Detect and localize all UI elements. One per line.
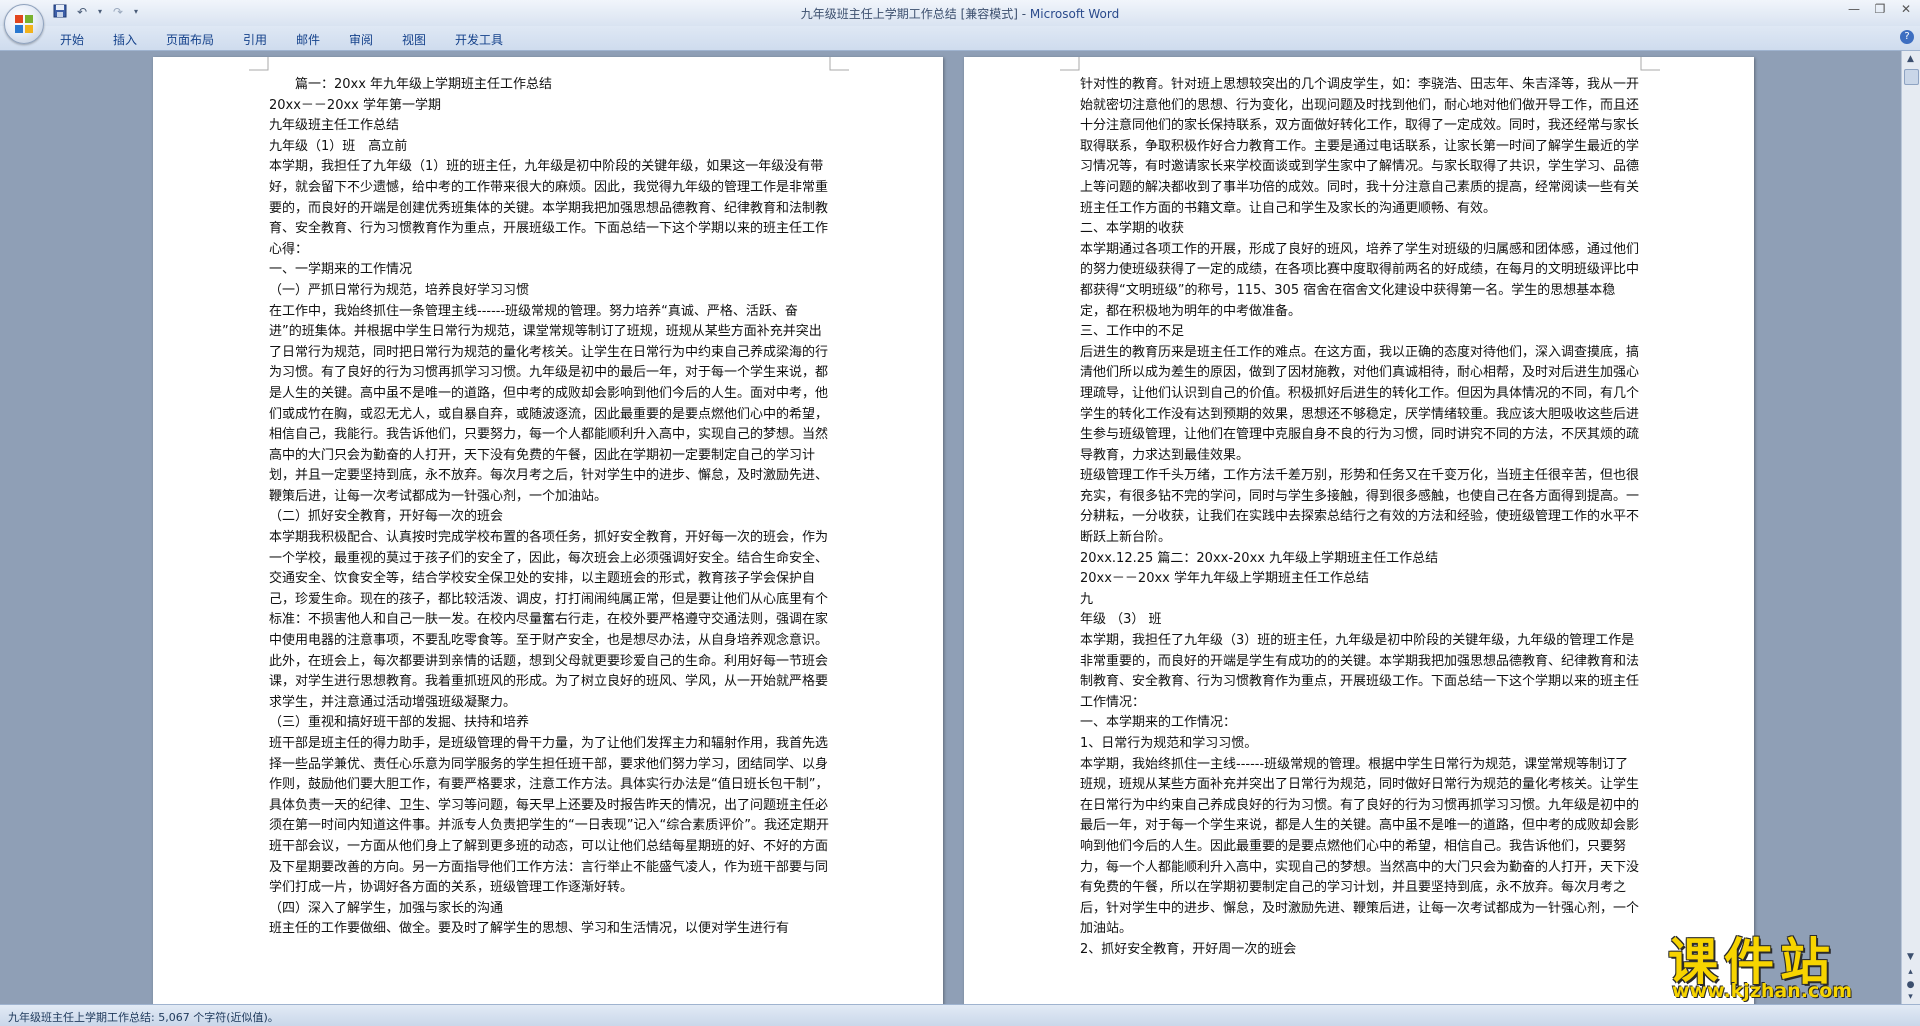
- doc-heading: 20xx.12.25 篇二：20xx-20xx 九年级上学期班主任工作总结: [1080, 550, 1439, 566]
- doc-paragraph: 本学期，我担任了九年级（3）班的班主任，九年级是初中阶段的关键年级，九年级的管理…: [1080, 633, 1640, 710]
- doc-paragraph: 本学期通过各项工作的开展，形成了良好的班风，培养了学生对班级的归属感和团体感，通…: [1080, 241, 1640, 319]
- ribbon-tabs: 开始 插入 页面布局 引用 邮件 审阅 视图 开发工具 ?: [0, 26, 1920, 51]
- watermark-url: www.kjzhan.com: [1672, 980, 1853, 1002]
- tab-references[interactable]: 引用: [243, 31, 267, 48]
- app-name: Microsoft Word: [1029, 7, 1120, 21]
- tab-mailings[interactable]: 邮件: [296, 31, 320, 48]
- doc-paragraph: 本学期，我担任了九年级（1）班的班主任，九年级是初中阶段的关键年级，如果这一年级…: [269, 159, 829, 257]
- window-controls: — ❐ ✕: [1846, 2, 1914, 16]
- close-icon[interactable]: ✕: [1898, 2, 1914, 16]
- doc-paragraph: 班主任的工作要做细、做全。要及时了解学生的思想、学习和生活情况，以便对学生进行有: [269, 921, 790, 937]
- doc-section-heading: 二、本学期的收获: [1080, 221, 1185, 237]
- restore-icon[interactable]: ❐: [1872, 2, 1888, 16]
- next-page-icon[interactable]: ▾: [1904, 991, 1917, 1004]
- document-workspace: 篇一：20xx 年九年级上学期班主任工作总结 20xx－－20xx 学年第一学期…: [0, 51, 1902, 1004]
- tab-page-layout[interactable]: 页面布局: [166, 31, 214, 48]
- office-button[interactable]: [4, 4, 44, 44]
- status-bar: 九年级班主任上学期工作总结: 5,067 个字符(近似值)。: [0, 1004, 1920, 1026]
- doc-subheading: （四）深入了解学生，加强与家长的沟通: [269, 900, 504, 916]
- doc-section-heading: 一、一学期来的工作情况: [269, 262, 413, 278]
- doc-subtitle: 20xx－－20xx 学年第一学期: [269, 97, 441, 113]
- tab-review[interactable]: 审阅: [349, 31, 373, 48]
- doc-line: 年级 （3） 班: [1080, 612, 1162, 628]
- document-page-left[interactable]: 篇一：20xx 年九年级上学期班主任工作总结 20xx－－20xx 学年第一学期…: [153, 57, 943, 1004]
- watermark-logo: 课件站 www.kjzhan.com: [1660, 922, 1900, 1006]
- doc-title: 九年级班主任工作总结: [269, 118, 400, 134]
- window-title: 九年级班主任上学期工作总结 [兼容模式] - Microsoft Word: [0, 5, 1920, 22]
- scroll-down-icon[interactable]: ▼: [1904, 951, 1917, 964]
- crop-mark-icon: [249, 57, 269, 71]
- doc-subtitle: 20xx－－20xx 学年九年级上学期班主任工作总结: [1080, 571, 1369, 587]
- doc-heading: 篇一：20xx 年九年级上学期班主任工作总结: [269, 77, 553, 92]
- office-logo-icon: [15, 15, 33, 33]
- doc-paragraph: 本学期我积极配合、认真按时完成学校布置的各项任务，抓好安全教育，开好每一次的班会…: [269, 530, 829, 710]
- title-bar: ↶ ▾ ↷ ▾ 九年级班主任上学期工作总结 [兼容模式] - Microsoft…: [0, 0, 1920, 27]
- doc-section-heading: 三、工作中的不足: [1080, 324, 1185, 340]
- minimize-icon[interactable]: —: [1846, 2, 1862, 16]
- doc-subheading: 1、日常行为规范和学习习惯。: [1080, 736, 1258, 751]
- doc-subheading: 2、抓好安全教育，开好周一次的班会: [1080, 941, 1297, 957]
- scrollbar-thumb[interactable]: [1904, 69, 1919, 85]
- doc-paragraph: 后进生的教育历来是班主任工作的难点。在这方面，我以正确的态度对待他们，深入调查摸…: [1080, 344, 1640, 463]
- tab-home[interactable]: 开始: [60, 31, 84, 48]
- doc-subheading: （三）重视和搞好班干部的发掘、扶持和培养: [269, 715, 530, 731]
- vertical-scrollbar[interactable]: ▲ ▼ ▴ ● ▾: [1901, 51, 1920, 1004]
- tab-developer[interactable]: 开发工具: [455, 31, 503, 48]
- doc-paragraph: 本学期，我始终抓住一主线------班级常规的管理。根据中学生日常行为规范，课堂…: [1080, 756, 1640, 937]
- doc-author: 九年级（1）班 高立前: [269, 138, 408, 154]
- document-title: 九年级班主任上学期工作总结 [兼容模式] -: [800, 7, 1030, 21]
- doc-section-heading: 一、本学期来的工作情况：: [1080, 715, 1237, 731]
- page-text-left: 篇一：20xx 年九年级上学期班主任工作总结 20xx－－20xx 学年第一学期…: [269, 75, 829, 940]
- crop-mark-icon: [829, 57, 849, 71]
- crop-mark-icon: [1640, 57, 1660, 71]
- scroll-up-icon[interactable]: ▲: [1904, 53, 1917, 66]
- help-icon[interactable]: ?: [1900, 30, 1914, 44]
- doc-paragraph: 在工作中，我始终抓住一条管理主线------班级常规的管理。努力培养“真诚、严格…: [269, 303, 829, 504]
- tab-insert[interactable]: 插入: [113, 31, 137, 48]
- word-count-status[interactable]: 九年级班主任上学期工作总结: 5,067 个字符(近似值)。: [8, 1009, 279, 1025]
- page-text-right: 针对性的教育。针对班上思想较突出的几个调皮学生，如：李骁浩、田志年、朱吉泽等，我…: [1080, 75, 1640, 961]
- doc-paragraph: 班级管理工作千头万绪，工作方法千差万别，形势和任务又在千变万化，当班主任很辛苦，…: [1080, 468, 1640, 546]
- previous-page-icon[interactable]: ▴: [1904, 966, 1917, 979]
- document-page-right[interactable]: 针对性的教育。针对班上思想较突出的几个调皮学生，如：李骁浩、田志年、朱吉泽等，我…: [964, 57, 1754, 1004]
- tab-view[interactable]: 视图: [402, 31, 426, 48]
- doc-subheading: （一）严抓日常行为规范，培养良好学习习惯: [269, 282, 530, 298]
- doc-paragraph: 针对性的教育。针对班上思想较突出的几个调皮学生，如：李骁浩、田志年、朱吉泽等，我…: [1080, 77, 1640, 216]
- crop-mark-icon: [1060, 57, 1080, 71]
- doc-line: 九: [1080, 591, 1094, 607]
- doc-subheading: （二）抓好安全教育，开好每一次的班会: [269, 509, 504, 525]
- doc-paragraph: 班干部是班主任的得力助手，是班级管理的骨干力量，为了让他们发挥主力和辐射作用，我…: [269, 736, 829, 896]
